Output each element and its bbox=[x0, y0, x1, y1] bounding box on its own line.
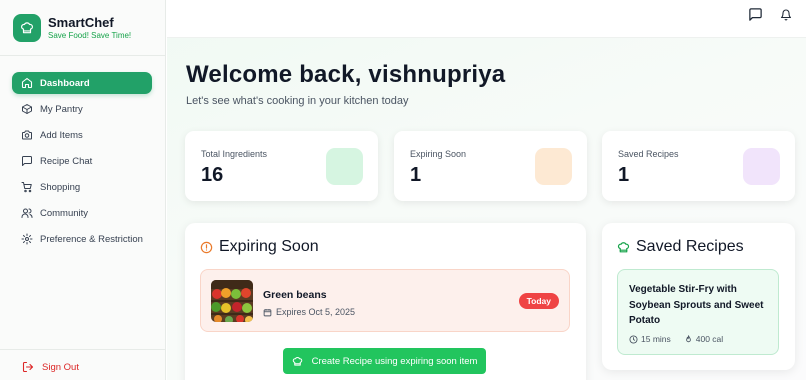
sidebar-item-label: Add Items bbox=[40, 129, 83, 141]
cart-icon bbox=[21, 181, 33, 193]
recipe-calories: 400 cal bbox=[695, 334, 724, 344]
panel-title: Expiring Soon bbox=[200, 238, 319, 256]
page-title: Welcome back, vishnupriya bbox=[186, 61, 506, 88]
brand-tagline: Save Food! Save Time! bbox=[48, 30, 132, 40]
brand-name: SmartChef bbox=[48, 14, 114, 30]
brand[interactable]: SmartChef Save Food! Save Time! bbox=[13, 14, 131, 42]
chef-hat-icon bbox=[617, 241, 630, 254]
stat-label: Saved Recipes bbox=[618, 149, 679, 159]
panel-title-text: Saved Recipes bbox=[636, 238, 744, 255]
notifications-button[interactable] bbox=[778, 9, 794, 25]
recipe-time: 15 mins bbox=[641, 334, 671, 344]
messages-button[interactable] bbox=[747, 7, 763, 27]
divider bbox=[0, 55, 166, 56]
stat-icon-tile bbox=[743, 148, 780, 185]
sidebar-item-label: Recipe Chat bbox=[40, 155, 93, 167]
bell-icon bbox=[780, 8, 792, 26]
stat-card-total-ingredients[interactable]: Total Ingredients 16 bbox=[185, 131, 378, 201]
panel-title-text: Expiring Soon bbox=[219, 238, 319, 255]
sidebar-item-recipe-chat[interactable]: Recipe Chat bbox=[12, 150, 152, 172]
box-icon bbox=[21, 103, 33, 115]
stat-label: Expiring Soon bbox=[410, 149, 467, 159]
recipe-name: Vegetable Stir-Fry with Soybean Sprouts … bbox=[629, 284, 764, 326]
sidebar-item-label: Preference & Restriction bbox=[40, 233, 143, 245]
expiring-item[interactable]: Green beans Expires Oct 5, 2025 Today bbox=[200, 269, 570, 332]
create-recipe-button[interactable]: Create Recipe using expiring soon item bbox=[283, 348, 486, 374]
sidebar-item-preference-restriction[interactable]: Preference & Restriction bbox=[12, 228, 152, 250]
logout-icon bbox=[22, 361, 34, 373]
sign-out-button[interactable]: Sign Out bbox=[22, 361, 79, 373]
sidebar-item-label: My Pantry bbox=[40, 103, 83, 115]
recipe-card[interactable]: Vegetable Stir-Fry with Soybean Sprouts … bbox=[617, 269, 779, 355]
calendar-icon bbox=[263, 308, 272, 317]
divider bbox=[0, 349, 166, 350]
top-bar bbox=[167, 0, 806, 38]
stat-icon-tile bbox=[326, 148, 363, 185]
sidebar-item-add-items[interactable]: Add Items bbox=[12, 124, 152, 146]
saved-recipes-panel: Saved Recipes Vegetable Stir-Fry with So… bbox=[602, 223, 795, 370]
sidebar: SmartChef Save Food! Save Time! Dashboar… bbox=[0, 0, 166, 380]
main-content: Welcome back, vishnupriya Let's see what… bbox=[167, 0, 806, 380]
item-expiry-text: Expires Oct 5, 2025 bbox=[276, 307, 356, 317]
clock-icon bbox=[629, 334, 638, 344]
produce-image bbox=[211, 280, 253, 322]
sidebar-item-my-pantry[interactable]: My Pantry bbox=[12, 98, 152, 120]
sidebar-item-shopping[interactable]: Shopping bbox=[12, 176, 152, 198]
panel-title: Saved Recipes bbox=[617, 238, 744, 256]
page-subtitle: Let's see what's cooking in your kitchen… bbox=[186, 95, 409, 107]
message-square-icon bbox=[748, 7, 763, 27]
stat-card-saved-recipes[interactable]: Saved Recipes 1 bbox=[602, 131, 795, 201]
home-icon bbox=[21, 77, 33, 89]
flame-icon bbox=[684, 334, 693, 344]
camera-icon bbox=[21, 129, 33, 141]
recipe-meta: 15 mins 400 cal bbox=[629, 334, 723, 344]
sidebar-item-label: Community bbox=[40, 207, 89, 219]
stat-label: Total Ingredients bbox=[201, 149, 268, 159]
sidebar-item-community[interactable]: Community bbox=[12, 202, 152, 224]
expiring-soon-panel: Expiring Soon Green beans Expires Oct 5,… bbox=[185, 223, 586, 380]
stat-value: 1 bbox=[410, 164, 422, 186]
item-expiry: Expires Oct 5, 2025 bbox=[263, 307, 355, 317]
chef-hat-logo-icon bbox=[13, 14, 41, 42]
stat-card-expiring-soon[interactable]: Expiring Soon 1 bbox=[394, 131, 587, 201]
users-icon bbox=[21, 207, 33, 219]
sidebar-item-label: Shopping bbox=[40, 181, 81, 193]
stat-value: 1 bbox=[618, 164, 630, 186]
item-name: Green beans bbox=[263, 289, 327, 301]
sidebar-item-dashboard[interactable]: Dashboard bbox=[12, 72, 152, 94]
sidebar-item-label: Dashboard bbox=[40, 77, 90, 89]
sidebar-nav: Dashboard My Pantry Add Items Recipe Cha… bbox=[12, 72, 152, 254]
alert-circle-icon bbox=[200, 241, 213, 254]
chef-hat-icon bbox=[292, 356, 303, 367]
chat-icon bbox=[21, 155, 33, 167]
status-badge: Today bbox=[518, 293, 559, 309]
stat-value: 16 bbox=[201, 164, 224, 186]
stat-icon-tile bbox=[535, 148, 572, 185]
gear-icon bbox=[21, 233, 33, 245]
sign-out-label: Sign Out bbox=[42, 361, 79, 373]
create-recipe-label: Create Recipe using expiring soon item bbox=[311, 355, 478, 367]
